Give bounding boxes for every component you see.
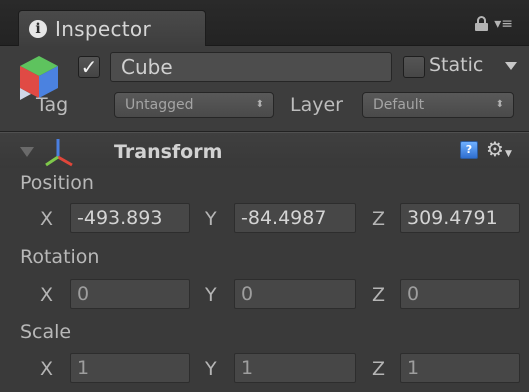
scale-x-label[interactable]: X — [40, 358, 53, 380]
position-y-label[interactable]: Y — [205, 208, 217, 230]
position-x-label[interactable]: X — [40, 208, 53, 230]
rotation-y-field[interactable]: 0 — [234, 279, 356, 309]
rotation-z-field[interactable]: 0 — [400, 279, 520, 309]
info-icon: i — [29, 19, 47, 38]
gear-caret-icon[interactable]: ▼ — [505, 149, 512, 159]
inspector-window: i Inspector ▾≡ ✓ Cube Static Tag Untagge… — [0, 0, 529, 392]
scale-z-field[interactable]: 1 — [400, 353, 520, 383]
scale-y-field[interactable]: 1 — [234, 353, 356, 383]
gear-icon[interactable]: ⚙ — [486, 137, 504, 161]
tag-value: Untagged — [125, 97, 194, 113]
layer-label: Layer — [290, 94, 343, 116]
rotation-label: Rotation — [20, 246, 100, 268]
static-checkbox[interactable] — [403, 56, 425, 78]
scale-label: Scale — [20, 321, 72, 343]
static-label: Static — [429, 54, 484, 76]
rotation-x-field[interactable]: 0 — [70, 279, 190, 309]
position-z-field[interactable]: 309.4791 — [400, 203, 520, 233]
scale-y-label[interactable]: Y — [205, 358, 217, 380]
rotation-x-label[interactable]: X — [40, 284, 53, 306]
scale-x-field[interactable]: 1 — [70, 353, 190, 383]
position-y-field[interactable]: -84.4987 — [234, 203, 356, 233]
rotation-z-label[interactable]: Z — [372, 284, 385, 306]
position-x-field[interactable]: -493.893 — [70, 203, 190, 233]
static-dropdown-icon[interactable] — [505, 62, 517, 70]
updown-arrows-icon: ⬍ — [495, 99, 504, 110]
menu-icon[interactable]: ▾≡ — [494, 17, 513, 31]
transform-axes-icon — [45, 139, 73, 167]
help-icon[interactable]: ? — [460, 141, 478, 159]
layer-dropdown[interactable]: Default ⬍ — [362, 92, 514, 118]
tag-label: Tag — [36, 94, 69, 116]
tab-bar: i Inspector ▾≡ — [0, 0, 529, 46]
game-object-header: ✓ Cube Static Tag Untagged ⬍ Layer Defau… — [0, 46, 529, 132]
object-name-field[interactable]: Cube — [110, 52, 392, 82]
fold-arrow-icon[interactable] — [20, 147, 34, 157]
transform-header[interactable]: Transform ? ⚙ ▼ — [0, 132, 529, 168]
tab-inspector[interactable]: i Inspector — [18, 10, 206, 46]
layer-value: Default — [373, 97, 425, 113]
position-label: Position — [20, 172, 94, 194]
rotation-y-label[interactable]: Y — [205, 284, 217, 306]
tab-tools: ▾≡ — [475, 16, 513, 31]
tab-label: Inspector — [55, 16, 151, 41]
tag-dropdown[interactable]: Untagged ⬍ — [114, 92, 274, 118]
position-z-label[interactable]: Z — [372, 208, 385, 230]
updown-arrows-icon: ⬍ — [255, 99, 264, 110]
active-checkbox[interactable]: ✓ — [78, 56, 100, 78]
scale-z-label[interactable]: Z — [372, 358, 385, 380]
component-title: Transform — [114, 141, 223, 163]
lock-icon[interactable] — [475, 16, 489, 31]
